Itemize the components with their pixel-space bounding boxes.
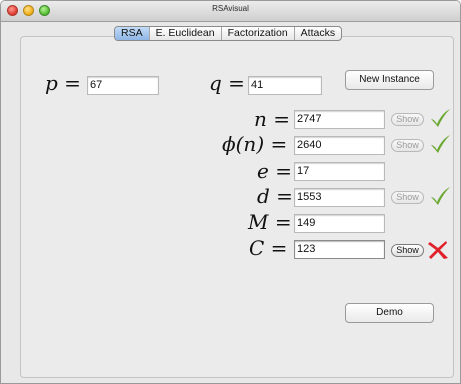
d-label: d = (257, 184, 293, 208)
tab-bar: RSA E. Euclidean Factorization Attacks (114, 26, 343, 41)
app-window: RSAvisual RSA E. Euclidean Factorization… (0, 0, 461, 384)
m-input[interactable]: 149 (294, 214, 385, 233)
n-label: n = (254, 107, 291, 131)
e-input[interactable]: 17 (294, 162, 385, 181)
phi-label: ϕ(n) = (222, 132, 288, 156)
phi-check-icon (431, 135, 450, 153)
tab-attacks[interactable]: Attacks (293, 27, 341, 40)
d-check-icon (431, 187, 450, 205)
c-input[interactable]: 123 (294, 240, 385, 259)
new-instance-button[interactable]: New Instance (345, 70, 434, 90)
n-check-icon (431, 109, 450, 127)
e-label: e = (257, 159, 292, 183)
d-show-button[interactable]: Show (391, 191, 424, 204)
p-label: p = (45, 71, 81, 95)
c-show-button[interactable]: Show (391, 244, 424, 257)
window-title: RSAvisual (212, 4, 249, 13)
tab-extended-euclidean[interactable]: E. Euclidean (148, 27, 221, 40)
phi-show-button[interactable]: Show (391, 139, 424, 152)
c-label: C = (249, 236, 288, 260)
p-input[interactable]: 67 (87, 76, 159, 95)
title-bar: RSAvisual (1, 1, 460, 22)
m-label: M = (248, 210, 292, 234)
phi-input[interactable]: 2640 (294, 136, 385, 155)
q-label: q = (209, 71, 245, 95)
demo-button[interactable]: Demo (345, 303, 434, 323)
n-input[interactable]: 2747 (294, 110, 385, 129)
tab-factorization[interactable]: Factorization (220, 27, 294, 40)
d-input[interactable]: 1553 (294, 188, 385, 207)
c-cross-icon (428, 241, 448, 259)
tab-rsa[interactable]: RSA (115, 27, 149, 40)
n-show-button[interactable]: Show (391, 113, 424, 126)
q-input[interactable]: 41 (248, 76, 322, 95)
